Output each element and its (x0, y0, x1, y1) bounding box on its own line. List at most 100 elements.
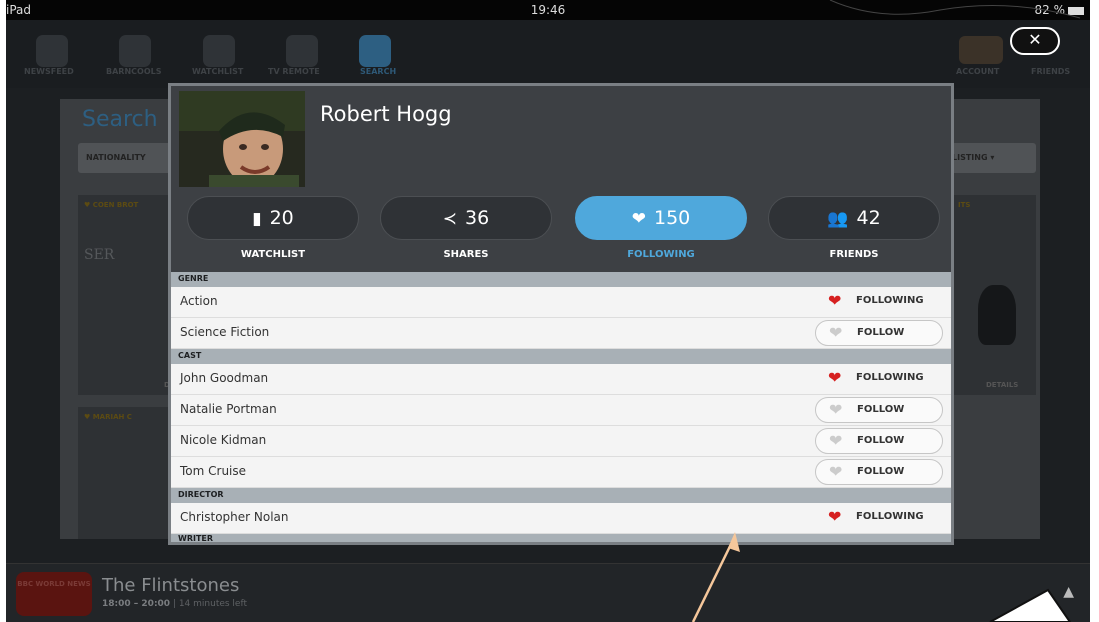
list-item-name: Nicole Kidman (180, 433, 267, 447)
section-header-writer: WRITER (171, 534, 951, 542)
account-avatar[interactable] (959, 36, 1003, 64)
section-header-director: DIRECTOR (171, 488, 951, 503)
clock: 19:46 (530, 3, 566, 17)
list-item: Science Fiction ❤ FOLLOW (171, 318, 951, 349)
follow-button[interactable]: ❤ FOLLOW (815, 320, 943, 346)
shares-count: 36 (465, 207, 490, 229)
list-item: Natalie Portman ❤ FOLLOW (171, 395, 951, 426)
now-playing-remaining: 14 minutes left (178, 599, 248, 609)
result-card[interactable]: ♥ COEN BROT SER DET (78, 195, 179, 395)
nav-friends-label: FRIENDS (1031, 67, 1071, 76)
result-card-tag: ♥ COEN BROT (84, 201, 139, 209)
follow-button[interactable]: ❤ FOLLOW (815, 459, 943, 485)
heart-icon: ❤ (828, 291, 842, 310)
now-playing-title: The Flintstones (102, 575, 240, 596)
list-item: Tom Cruise ❤ FOLLOW (171, 457, 951, 488)
list-item: Nicole Kidman ❤ FOLLOW (171, 426, 951, 457)
card-details-link[interactable]: DETAILS (986, 381, 1018, 389)
toggle-label: FOLLOWING (856, 511, 924, 522)
list-item-name: Natalie Portman (180, 402, 277, 416)
follow-button[interactable]: ❤ FOLLOW (815, 428, 943, 454)
heart-outline-icon: ❤ (829, 462, 843, 481)
nav-account-label: ACCOUNT (956, 67, 1000, 76)
following-label: FOLLOWING (627, 249, 695, 260)
section-header-cast: CAST (171, 349, 951, 364)
list-item-name: Tom Cruise (180, 464, 247, 478)
watchlist-stat-button[interactable]: ▮ 20 (187, 196, 359, 240)
toggle-label: FOLLOW (857, 327, 905, 338)
nav-barncools-label: BARNCOOLS (106, 67, 162, 76)
battery-percent: 82 % (1034, 3, 1066, 17)
profile-name: Robert Hogg (320, 102, 452, 126)
result-card[interactable]: ♥ MARIAH C (78, 407, 178, 539)
now-playing-bar[interactable]: BBC WORLD NEWS The Flintstones 18:00 – 2… (6, 563, 1090, 622)
nav-newsfeed-label: NEWSFEED (24, 67, 74, 76)
battery-icon (1068, 7, 1084, 15)
heart-icon: ❤ (631, 209, 646, 229)
heart-icon: ❤ (828, 368, 842, 387)
result-card-tag: ♥ MARIAH C (84, 413, 132, 421)
status-bar: iPad 19:46 82 % (6, 0, 1090, 20)
watchlist-count: 20 (269, 207, 294, 229)
watchlist-label: WATCHLIST (240, 249, 306, 260)
toggle-label: FOLLOW (857, 466, 905, 477)
nav-tv-remote-icon[interactable] (286, 35, 318, 67)
heart-outline-icon: ❤ (829, 431, 843, 450)
list-item: Christopher Nolan ❤ FOLLOWING (171, 503, 951, 534)
now-playing-time: 18:00 – 20:00 | 14 minutes left (102, 599, 248, 609)
list-item: Action ❤ FOLLOWING (171, 287, 951, 318)
friends-label: FRIENDS (829, 249, 879, 260)
follow-button[interactable]: ❤ FOLLOW (815, 397, 943, 423)
profile-modal: Robert Hogg ▮ 20 WATCHLIST ≺ 36 SHARES ❤ 15… (168, 83, 954, 545)
profile-header: Robert Hogg ▮ 20 WATCHLIST ≺ 36 SHARES ❤ 15… (171, 86, 951, 272)
now-playing-timeslot: 18:00 – 20:00 (102, 599, 171, 609)
nav-barncools-icon[interactable] (119, 35, 151, 67)
search-page-title: Search (82, 107, 158, 132)
following-list: GENRE Action ❤ FOLLOWING Science Fiction … (171, 272, 951, 542)
list-item-name: Christopher Nolan (180, 510, 289, 524)
top-navigation: NEWSFEED BARNCOOLS WATCHLIST TV REMOTE S… (6, 20, 1090, 88)
channel-logo: BBC WORLD NEWS (16, 572, 92, 616)
list-item-name: Science Fiction (180, 325, 270, 339)
nav-watchlist-icon[interactable] (203, 35, 235, 67)
toggle-label: FOLLOW (857, 435, 905, 446)
card-tag-text: COEN BROT (92, 201, 139, 209)
close-button[interactable]: ✕ (1010, 27, 1060, 55)
following-count: 150 (653, 207, 691, 229)
list-item-name: John Goodman (180, 371, 269, 385)
toggle-label: FOLLOWING (856, 372, 924, 383)
section-header-genre: GENRE (171, 272, 951, 287)
following-toggle[interactable]: ❤ FOLLOWING (815, 366, 943, 392)
toggle-label: FOLLOW (857, 404, 905, 415)
card-poster-figure (978, 285, 1016, 345)
following-stat-button[interactable]: ❤ 150 (575, 196, 747, 240)
shares-label: SHARES (443, 249, 489, 260)
shares-stat-button[interactable]: ≺ 36 (380, 196, 552, 240)
friends-stat-button[interactable]: 👥 42 (768, 196, 940, 240)
card-tag-text: MARIAH C (92, 413, 132, 421)
nav-search-label: SEARCH (360, 67, 397, 76)
nav-tv-remote-label: TV REMOTE (268, 67, 320, 76)
people-icon: 👥 (827, 209, 849, 229)
card-poster-text: SER (84, 247, 115, 263)
result-card[interactable]: ITS DETAILS (950, 195, 1036, 395)
result-card-tag: ITS (958, 201, 971, 209)
nav-watchlist-label: WATCHLIST (192, 67, 244, 76)
share-icon: ≺ (442, 209, 458, 229)
chevron-down-icon: ▾ (990, 153, 995, 162)
heart-outline-icon: ❤ (829, 323, 843, 342)
profile-photo (179, 91, 305, 187)
heart-icon: ❤ (828, 507, 842, 526)
listing-filter-label: LISTING (952, 153, 988, 162)
bookmark-icon: ▮ (252, 209, 262, 229)
following-toggle[interactable]: ❤ FOLLOWING (815, 289, 943, 315)
listing-filter[interactable]: LISTING ▾ (944, 143, 1036, 173)
list-item: John Goodman ❤ FOLLOWING (171, 364, 951, 395)
toggle-label: FOLLOWING (856, 295, 924, 306)
nav-search-icon[interactable] (359, 35, 391, 67)
nav-newsfeed-icon[interactable] (36, 35, 68, 67)
following-toggle[interactable]: ❤ FOLLOWING (815, 505, 943, 531)
heart-outline-icon: ❤ (829, 400, 843, 419)
chevron-up-icon[interactable]: ▲ (1063, 584, 1074, 600)
battery-indicator: 82 % (1034, 3, 1084, 17)
